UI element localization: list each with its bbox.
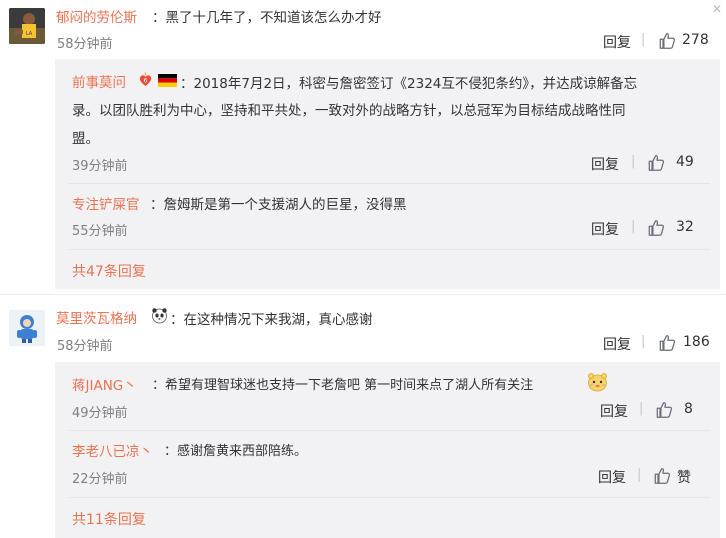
- comment-time: 58分钟前: [57, 339, 113, 354]
- avatar-snow[interactable]: [9, 310, 45, 346]
- reply-time: 49分钟前: [72, 406, 128, 421]
- thumbs-up-icon[interactable]: [647, 219, 666, 237]
- divider: |: [637, 467, 642, 482]
- thumbs-up-icon[interactable]: [647, 154, 666, 172]
- reply-text: ：希望有理智球迷也支持一下老詹吧 第一时间来点了湖人所有关注: [152, 378, 534, 393]
- reply-time: 22分钟前: [72, 472, 128, 487]
- more-replies-link[interactable]: 共11条回复: [72, 509, 146, 529]
- comment-username[interactable]: 莫里茨瓦格纳: [56, 307, 137, 327]
- comment-text: ：在这种情况下来我湖，真心感谢: [170, 312, 373, 328]
- close-icon[interactable]: ✕: [712, 2, 722, 16]
- reply-text-line1: ：2018年7月2日，科密与詹密签订《2324互不侵犯条约》，并达成谅解备忘: [180, 76, 638, 92]
- divider: |: [631, 219, 636, 234]
- germany-flag: [158, 74, 177, 87]
- reply-button[interactable]: 回复: [591, 154, 619, 174]
- svg-text:6: 6: [144, 78, 148, 85]
- reply-time: 39分钟前: [72, 159, 128, 174]
- like-count: 278: [682, 32, 709, 48]
- reply-username[interactable]: 专注铲屎官: [72, 193, 140, 213]
- reply-button[interactable]: 回复: [598, 467, 626, 487]
- reply-button[interactable]: 回复: [600, 401, 628, 421]
- like-count: 8: [684, 401, 693, 417]
- like-count: 49: [676, 154, 694, 170]
- reply-username[interactable]: 蒋JIANG丶: [72, 374, 137, 394]
- reply-text: ：詹姆斯是第一个支援湖人的巨星，没得黑: [150, 197, 407, 213]
- reply-button[interactable]: 回复: [603, 32, 631, 52]
- like-label: 赞: [677, 470, 691, 486]
- thumbs-up-icon[interactable]: [658, 32, 677, 50]
- divider: |: [641, 334, 646, 349]
- thumbs-up-icon[interactable]: [658, 334, 677, 352]
- thumbs-up-icon[interactable]: [653, 467, 672, 485]
- flame-heart-badge: 6: [139, 72, 152, 86]
- reply-text-line3: 盟。: [72, 131, 99, 147]
- reply-block: [55, 59, 720, 289]
- divider: |: [631, 154, 636, 169]
- comment-username[interactable]: 郁闷的劳伦斯: [56, 6, 137, 26]
- avatar-lakers-player[interactable]: LA: [9, 8, 45, 44]
- thumbs-up-icon[interactable]: [655, 401, 674, 419]
- reply-button[interactable]: 回复: [603, 334, 631, 354]
- reply-text-line2: 录。以团队胜利为中心，坚持和平共处，一致对外的战略方针，以总冠军为目标结成战略性…: [72, 103, 626, 119]
- more-replies-link[interactable]: 共47条回复: [72, 261, 146, 281]
- reply-button[interactable]: 回复: [591, 219, 619, 239]
- reply-divider: [68, 183, 710, 184]
- like-count: 186: [683, 334, 710, 350]
- divider: |: [639, 401, 644, 416]
- like-count: 32: [676, 219, 694, 235]
- hamster-emoji: [588, 373, 607, 392]
- reply-time: 55分钟前: [72, 224, 128, 239]
- reply-divider: [68, 249, 710, 250]
- panda-emoji: [152, 308, 167, 324]
- comment-text: ：黑了十几年了，不知道该怎么办才好: [152, 10, 382, 26]
- reply-username[interactable]: 李老八已凉丶: [72, 440, 153, 460]
- divider: |: [641, 32, 646, 47]
- reply-divider: [68, 497, 710, 498]
- reply-divider: [68, 430, 710, 431]
- reply-text: ：感谢詹黄来西部陪练。: [164, 444, 308, 459]
- reply-username[interactable]: 前事莫问: [72, 71, 126, 91]
- comment-time: 58分钟前: [57, 37, 113, 52]
- svg-text:LA: LA: [26, 31, 33, 37]
- comment-divider: [0, 294, 726, 295]
